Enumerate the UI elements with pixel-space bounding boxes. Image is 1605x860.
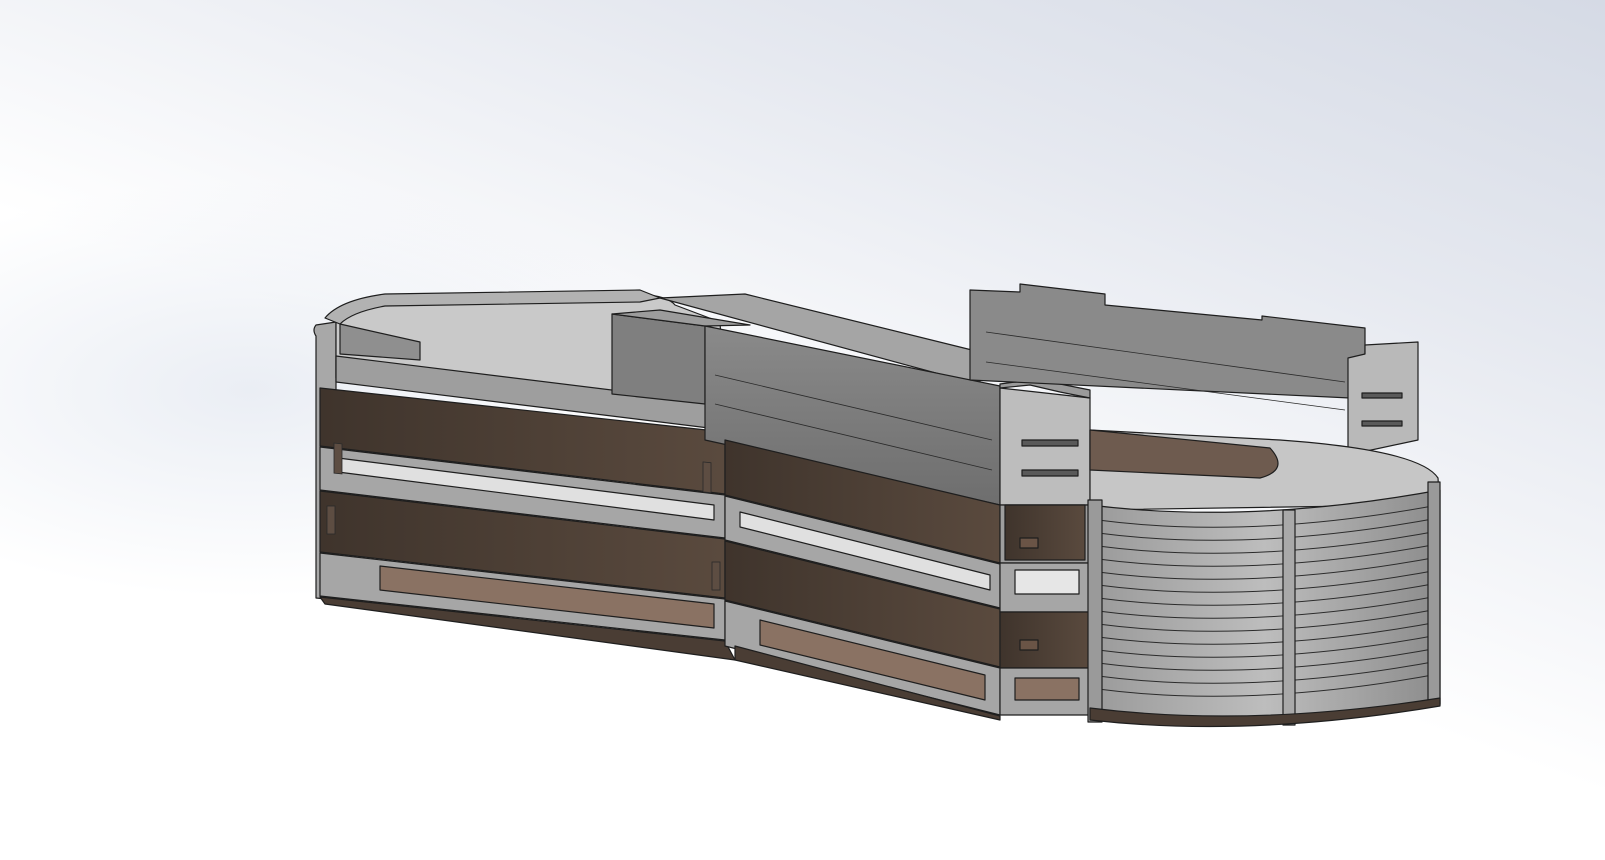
right-cylinder bbox=[1087, 429, 1441, 728]
parking-garage-3d-model[interactable] bbox=[0, 0, 1605, 860]
corner-tower bbox=[999, 379, 1091, 716]
graphics-viewport[interactable] bbox=[0, 0, 1605, 860]
